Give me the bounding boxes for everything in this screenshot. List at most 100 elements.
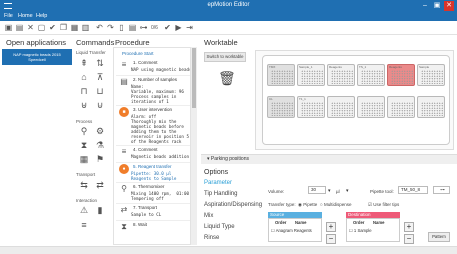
new-icon[interactable]: ▢ — [37, 23, 46, 32]
worktable-slot[interactable] — [327, 96, 355, 118]
distribute-icon[interactable]: ⊼ — [94, 72, 106, 83]
open-application-item[interactable]: NAP magnetic beads 2015 Speedcell — [2, 49, 72, 65]
save-icon[interactable]: ▣ — [4, 23, 13, 32]
multidispense-radio[interactable]: ○ Multidispense — [320, 202, 351, 207]
aspirate-icon[interactable]: ⊎ — [78, 100, 90, 111]
option-parameter[interactable]: Parameter — [204, 180, 232, 186]
transport-right-icon[interactable]: ⇄ — [94, 180, 106, 191]
process-group-label: Process — [76, 119, 93, 124]
option-liquid-type[interactable]: Liquid Type — [204, 224, 235, 230]
maximize-button[interactable]: ▣ — [432, 1, 442, 11]
worktable-slot[interactable] — [357, 96, 385, 118]
shake-icon[interactable]: ▦ — [78, 154, 90, 165]
worktable-slot[interactable]: Sample — [417, 64, 445, 86]
worktable-slot[interactable]: Reagents — [327, 64, 355, 86]
step-title: 1. Comment — [133, 60, 158, 65]
reagent-transfer-icon[interactable]: ⇅ — [94, 58, 106, 69]
user-intervention-icon[interactable]: ⚑ — [94, 154, 106, 165]
divider — [116, 203, 190, 204]
slot-label: Sample_1 — [299, 65, 313, 69]
transport-left-icon[interactable]: ⇆ — [78, 180, 90, 191]
worktable-slot[interactable]: CL — [267, 96, 295, 118]
divider — [116, 75, 190, 76]
option-mix[interactable]: Mix — [204, 213, 213, 219]
plate-wells — [271, 70, 293, 84]
plate-wells — [301, 102, 323, 116]
option-rinse[interactable]: Rinse — [204, 235, 219, 241]
pool-icon[interactable]: ⊓ — [78, 86, 90, 97]
worktable-slot[interactable] — [417, 96, 445, 118]
minimize-button[interactable]: – — [420, 1, 430, 11]
worktable-slot[interactable]: T1_1 — [297, 96, 325, 118]
check-icon[interactable]: ✔ — [48, 23, 57, 32]
worktable-slot[interactable]: TS_1 — [357, 64, 385, 86]
step-body: Magnetic beads addition — [131, 154, 189, 159]
dilute-icon[interactable]: ⊔ — [94, 86, 106, 97]
procedure-list[interactable]: Procedure Start ≡ 1. Comment NAP using m… — [113, 47, 191, 245]
menu-home[interactable]: Home — [18, 13, 33, 19]
volume-unit-dropdown[interactable]: ▾ — [346, 188, 349, 194]
slot-label: T1_1 — [299, 97, 306, 101]
dispense-icon[interactable]: ⊍ — [94, 100, 106, 111]
slot-label: TMX — [269, 65, 276, 69]
remove-destination-button[interactable]: − — [404, 234, 414, 244]
destination-order-column: Order — [353, 220, 365, 225]
validate-icon[interactable]: ✔ — [163, 23, 172, 32]
divider — [116, 162, 190, 163]
add-destination-button[interactable]: + — [404, 222, 414, 232]
options-title: Options — [204, 169, 229, 176]
worktable-slot[interactable]: TMX — [267, 64, 295, 86]
parking-positions-bar[interactable]: ▾ Parking positions — [201, 154, 457, 164]
menu-file[interactable]: File — [4, 13, 13, 19]
report-icon[interactable]: ▤ — [128, 23, 137, 32]
volume-decrease-button[interactable]: ▾ — [328, 188, 331, 194]
multi-transfer-icon[interactable]: ⌂ — [78, 72, 90, 83]
delete-icon[interactable]: ✕ — [26, 23, 35, 32]
pipette-radio[interactable]: ◉ Pipette — [298, 202, 317, 208]
volume-input[interactable]: 30 — [308, 186, 326, 194]
option-aspiration-dispensing[interactable]: Aspiration/Dispensing — [204, 202, 262, 208]
run-icon[interactable]: ▶ — [174, 23, 183, 32]
document-icon[interactable]: ▯ — [117, 23, 126, 32]
source-table[interactable]: Order Name ☐ Anagram Reagents — [268, 218, 322, 242]
remove-source-button[interactable]: − — [326, 234, 336, 244]
thermomixer-icon[interactable]: ⚲ — [78, 126, 90, 137]
source-row[interactable]: ☐ Anagram Reagents — [271, 228, 312, 233]
worktable-slot[interactable] — [387, 96, 415, 118]
trash-icon[interactable]: 🗑 — [218, 70, 236, 87]
comment-icon[interactable]: ≡ — [78, 220, 90, 231]
destination-table[interactable]: Order Name ☐ 1 Sample — [346, 218, 400, 242]
undo-icon[interactable]: ↶ — [95, 23, 104, 32]
alarm-icon[interactable]: ⚠ — [78, 205, 90, 216]
sample-transfer-icon[interactable]: ⇞ — [78, 58, 90, 69]
pipette-tool-button[interactable]: ⊶ — [433, 186, 450, 194]
step-title: 5. Reagent transfer — [133, 164, 172, 169]
switch-to-worktable-button[interactable]: Switch to worktable — [204, 52, 246, 62]
pause-icon[interactable]: ▮ — [94, 205, 106, 216]
copy-icon[interactable]: ❐ — [59, 23, 68, 32]
export-icon[interactable]: ⇥ — [185, 23, 194, 32]
pipette-tool-icon[interactable]: ⊶ — [139, 23, 148, 32]
clipboard-icon[interactable]: ▥ — [81, 23, 90, 32]
redo-icon[interactable]: ↷ — [106, 23, 115, 32]
divider — [116, 220, 190, 221]
save-all-icon[interactable]: ▤ — [15, 23, 24, 32]
use-filter-tips-checkbox[interactable]: ☑ Use filter tips — [368, 202, 399, 208]
destination-row[interactable]: ☐ 1 Sample — [349, 228, 372, 233]
paste-icon[interactable]: ▦ — [70, 23, 79, 32]
add-source-button[interactable]: + — [326, 222, 336, 232]
hourglass-icon[interactable]: ⧗ — [78, 140, 90, 151]
settings-icon[interactable]: ⚙ — [94, 126, 106, 137]
option-tip-handling[interactable]: Tip Handling — [204, 191, 237, 197]
plate-wells — [301, 70, 323, 84]
procedure-scrollbar-thumb[interactable] — [192, 48, 196, 108]
close-button[interactable]: ✕ — [444, 1, 454, 11]
worktable-slot[interactable]: Sample_1 — [297, 64, 325, 86]
temperature-icon[interactable]: ⚗ — [94, 140, 106, 151]
pipette-tool-select[interactable]: TM_50_8 — [398, 186, 428, 194]
commands-header: Commands — [76, 38, 115, 47]
slot-label: Reagents — [389, 65, 402, 69]
pattern-button[interactable]: Pattern — [428, 232, 450, 242]
worktable-slot-selected[interactable]: Reagents — [387, 64, 415, 86]
menu-help[interactable]: Help — [36, 13, 47, 19]
